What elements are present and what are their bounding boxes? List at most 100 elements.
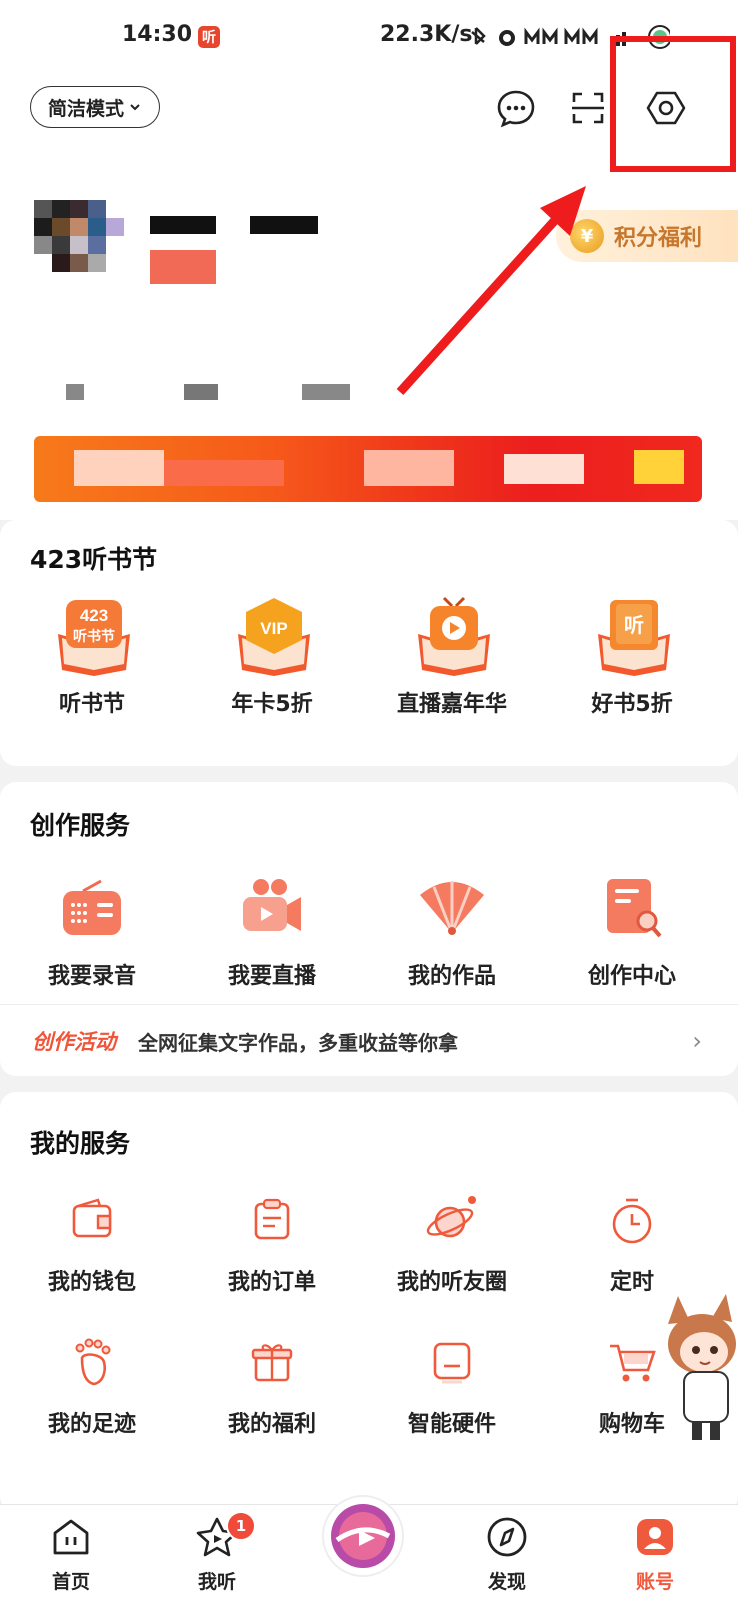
tab-home[interactable]: 首页 xyxy=(26,1511,116,1594)
unread-badge: 1 xyxy=(226,1511,256,1541)
discover-icon xyxy=(487,1517,527,1557)
tab-listen[interactable]: 1 我听 xyxy=(172,1511,262,1594)
tab-label: 我听 xyxy=(197,1571,236,1593)
service-label: 我的足迹 xyxy=(47,1412,136,1437)
activity-text: 全网征集文字作品，多重收益等你拿 xyxy=(138,1030,458,1055)
book-listen-icon: 听 xyxy=(592,596,672,676)
service-benefits[interactable]: 我的福利 xyxy=(180,1334,364,1438)
service-label: 我的钱包 xyxy=(47,1270,136,1295)
mascot-cat-girl-icon[interactable] xyxy=(654,1292,738,1442)
highlight-box xyxy=(610,36,736,172)
radio-icon xyxy=(52,868,132,948)
creation-item-label: 我的作品 xyxy=(407,964,496,989)
fan-icon xyxy=(412,868,492,948)
network-speed: 22.3K/s xyxy=(380,22,473,47)
scan-button[interactable] xyxy=(566,86,610,130)
creation-activity-row[interactable]: 创作活动 全网征集文字作品，多重收益等你拿 › xyxy=(0,1004,738,1077)
service-footprint[interactable]: 我的足迹 xyxy=(0,1334,184,1438)
promo-banner[interactable] xyxy=(34,436,702,502)
redacted-name-2 xyxy=(250,216,318,234)
svg-text:听书节: 听书节 xyxy=(73,628,115,645)
planet-icon xyxy=(424,1192,480,1248)
avatar-pixels xyxy=(34,200,124,272)
annotation-arrow xyxy=(396,186,586,396)
banner-block xyxy=(164,460,284,486)
chevron-down-icon xyxy=(130,104,140,111)
creation-item-record[interactable]: 我要录音 xyxy=(0,868,184,990)
bottom-tab-bar: 首页 1 我听 发现 账号 xyxy=(0,1495,738,1601)
redacted-stat xyxy=(66,384,84,400)
status-time: 14:30 xyxy=(122,22,193,47)
gift-icon xyxy=(244,1334,300,1390)
service-order[interactable]: 我的订单 xyxy=(180,1192,364,1296)
creation-title: 创作服务 xyxy=(30,811,131,840)
service-label: 我的听友圈 xyxy=(396,1270,507,1295)
document-search-icon xyxy=(592,868,672,948)
home-icon xyxy=(53,1519,89,1555)
service-friends-circle[interactable]: 我的听友圈 xyxy=(360,1192,544,1296)
festival-card: 423听书节 423 听书节 听书节 VIP 年卡5折 直播嘉年华 听 好书5折 xyxy=(0,520,738,766)
redacted-stat xyxy=(302,384,350,400)
festival-title: 423听书节 xyxy=(30,545,158,574)
tab-label: 首页 xyxy=(51,1571,90,1593)
banner-block xyxy=(634,450,684,484)
creation-item-live[interactable]: 我要直播 xyxy=(180,868,364,990)
service-label: 智能硬件 xyxy=(407,1412,496,1437)
services-card: 我的服务 我的钱包 我的订单 我的听友圈 定时 我的足迹 我的福利 智能硬件 购… xyxy=(0,1092,738,1512)
service-wallet[interactable]: 我的钱包 xyxy=(0,1192,184,1296)
vip-icon: VIP xyxy=(232,596,312,676)
tab-label: 发现 xyxy=(487,1571,526,1593)
creation-card: 创作服务 我要录音 我要直播 我的作品 创作中心 创作活动 全网征集文字作品，多… xyxy=(0,782,738,1076)
avatar[interactable] xyxy=(34,200,134,290)
svg-text:VIP: VIP xyxy=(260,619,287,638)
redacted-level-badge xyxy=(150,250,216,284)
order-icon xyxy=(244,1192,300,1248)
message-button[interactable] xyxy=(494,86,538,130)
creation-item-label: 我要直播 xyxy=(227,964,316,989)
creation-item-label: 创作中心 xyxy=(587,964,676,989)
footprint-icon xyxy=(64,1334,120,1390)
video-camera-icon xyxy=(232,868,312,948)
service-label: 我的订单 xyxy=(227,1270,316,1295)
festival-item-label: 年卡5折 xyxy=(231,692,313,717)
banner-block xyxy=(74,450,164,486)
timer-icon xyxy=(604,1192,660,1248)
cart-icon xyxy=(604,1334,660,1390)
banner-block xyxy=(504,454,584,484)
service-label: 我的福利 xyxy=(227,1412,316,1437)
creation-item-center[interactable]: 创作中心 xyxy=(540,868,724,990)
redacted-stat xyxy=(184,384,218,400)
svg-text:听: 听 xyxy=(624,613,644,637)
mode-switch-button[interactable]: 简洁模式 xyxy=(30,86,160,128)
live-tv-icon xyxy=(412,596,492,676)
tab-center-player[interactable] xyxy=(322,1495,404,1577)
profile-header: 14:30 听 22.3K/s 简洁模式 ¥ 积分福利 xyxy=(0,0,738,520)
festival-item-2[interactable]: VIP 年卡5折 xyxy=(180,596,364,718)
creation-item-works[interactable]: 我的作品 xyxy=(360,868,544,990)
chat-bubble-icon xyxy=(497,90,535,128)
festival-item-4[interactable]: 听 好书5折 xyxy=(540,596,724,718)
center-disc-icon xyxy=(331,1504,395,1568)
tab-discover[interactable]: 发现 xyxy=(462,1511,552,1594)
creation-item-label: 我要录音 xyxy=(47,964,136,989)
service-timer[interactable]: 定时 xyxy=(540,1192,724,1296)
banner-block xyxy=(364,450,454,486)
festival-item-1[interactable]: 423 听书节 听书节 xyxy=(0,596,184,718)
points-label: 积分福利 xyxy=(614,226,703,251)
scan-icon xyxy=(572,92,604,124)
services-title: 我的服务 xyxy=(30,1129,131,1158)
chevron-right-icon: › xyxy=(692,1027,702,1055)
account-icon xyxy=(637,1519,673,1555)
redacted-name xyxy=(150,216,216,234)
mode-label: 简洁模式 xyxy=(47,97,124,120)
wallet-icon xyxy=(64,1192,120,1248)
festival-item-label: 直播嘉年华 xyxy=(396,692,507,717)
tab-account[interactable]: 账号 xyxy=(610,1511,700,1594)
activity-tag: 创作活动 xyxy=(32,1030,116,1054)
service-hardware[interactable]: 智能硬件 xyxy=(360,1334,544,1438)
festival-item-label: 好书5折 xyxy=(591,692,673,717)
festival-item-3[interactable]: 直播嘉年华 xyxy=(360,596,544,718)
app-notification-icon: 听 xyxy=(198,26,220,48)
tab-label: 账号 xyxy=(635,1571,674,1593)
svg-text:423: 423 xyxy=(80,606,108,625)
